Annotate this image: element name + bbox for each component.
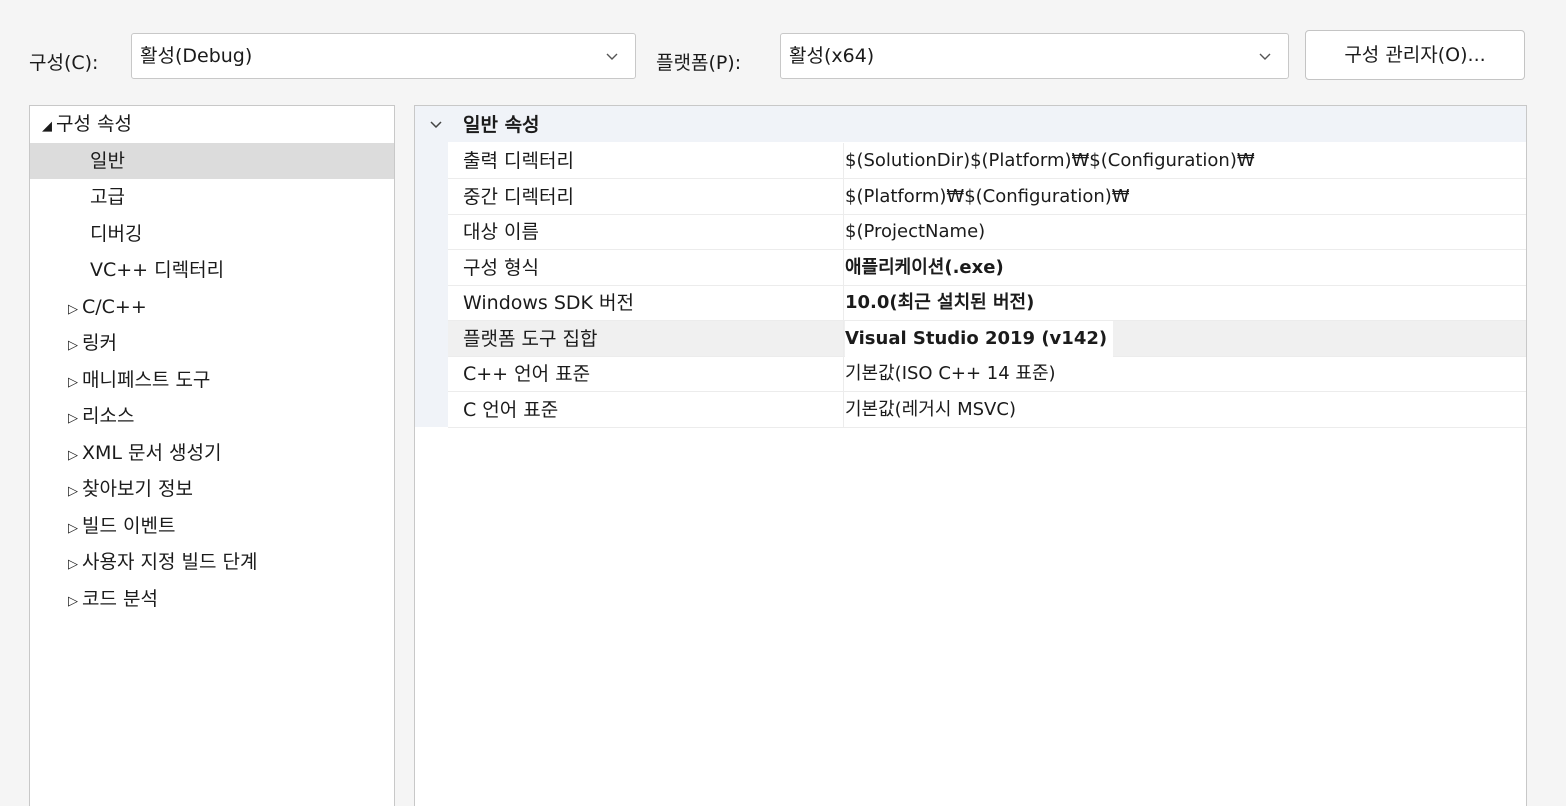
configuration-label: 구성(C): [29,52,99,74]
property-name: 출력 디렉터리 [463,150,574,172]
property-row-cpp-language-standard[interactable]: C++ 언어 표준 기본값(ISO C++ 14 표준) [448,356,1526,392]
tree-item-label: 구성 속성 [56,113,132,135]
column-divider [843,391,844,427]
tree-item-c-cpp[interactable]: ▷ C/C++ [30,289,394,326]
tree-item-label: VC++ 디렉터리 [90,259,225,281]
collapsed-triangle-icon[interactable]: ▷ [64,547,82,583]
property-row-output-directory[interactable]: 출력 디렉터리 $(SolutionDir)$(Platform)₩$(Conf… [448,143,1526,179]
tree-item-label: 디버깅 [90,222,143,245]
tree-item-debugging[interactable]: 디버깅 [30,216,394,253]
property-value[interactable]: $(Platform)₩$(Configuration)₩ [845,179,1130,215]
column-divider [843,143,844,178]
tree-item-vc-directories[interactable]: VC++ 디렉터리 [30,252,394,289]
platform-value: 활성(x64) [789,45,875,67]
tree-item-label: 찾아보기 정보 [82,478,193,500]
tree-item-label: 사용자 지정 빌드 단계 [82,551,258,573]
tree-item-general[interactable]: 일반 [30,142,394,179]
tree-item-label: 일반 [90,149,125,172]
tree-item-linker[interactable]: ▷ 링커 [30,325,394,362]
column-divider [843,178,844,214]
property-row-configuration-type[interactable]: 구성 형식 애플리케이션(.exe) [448,249,1526,286]
configuration-dropdown[interactable]: 활성(Debug) [131,33,636,79]
chevron-down-icon [606,53,618,60]
column-divider [843,285,844,320]
collapsed-triangle-icon[interactable]: ▷ [64,365,82,401]
collapsed-triangle-icon[interactable]: ▷ [64,438,82,474]
property-value[interactable]: 기본값(레거시 MSVC) [845,392,1016,428]
column-divider [843,249,844,285]
property-name: Windows SDK 버전 [463,292,635,314]
tree-item-label: 빌드 이벤트 [82,514,176,537]
property-value[interactable]: Visual Studio 2019 (v142) [845,320,1114,357]
chevron-down-icon [1259,53,1271,60]
gutter-strip [415,142,448,427]
property-row-intermediate-directory[interactable]: 중간 디렉터리 $(Platform)₩$(Configuration)₩ [448,178,1526,215]
property-row-windows-sdk-version[interactable]: Windows SDK 버전 10.0(최근 설치된 버전) [448,285,1526,321]
collapsed-triangle-icon[interactable]: ▷ [64,401,82,437]
property-row-c-language-standard[interactable]: C 언어 표준 기본값(레거시 MSVC) [448,391,1526,428]
property-value[interactable]: 애플리케이션(.exe) [845,250,1004,286]
tree-item-advanced[interactable]: 고급 [30,179,394,216]
property-category-tree: ◢ 구성 속성 일반 고급 디버깅 VC++ 디렉터리 ▷ C/C++ ▷ 링커 ▷ 매… [29,105,395,806]
property-name: C 언어 표준 [463,398,559,421]
collapsed-triangle-icon[interactable]: ▷ [64,584,82,620]
tree-item-label: C/C++ [82,295,147,318]
property-name: 플랫폼 도구 집합 [463,327,598,350]
section-header-general-properties[interactable]: 일반 속성 [415,106,1526,142]
property-value[interactable]: 기본값(ISO C++ 14 표준) [845,356,1056,392]
property-name: 중간 디렉터리 [463,185,574,208]
tree-item-xml-document-generator[interactable]: ▷ XML 문서 생성기 [30,435,394,472]
configuration-value: 활성(Debug) [140,45,253,67]
property-value[interactable]: $(ProjectName) [845,214,985,250]
chevron-down-icon[interactable] [427,116,445,134]
tree-item-custom-build-step[interactable]: ▷ 사용자 지정 빌드 단계 [30,544,394,581]
collapsed-triangle-icon[interactable]: ▷ [64,328,82,364]
column-divider [843,356,844,391]
column-divider [843,214,844,249]
tree-item-label: 매니페스트 도구 [82,368,211,391]
configuration-toolbar: 구성(C): 활성(Debug) 플랫폼(P): 활성(x64) 구성 관리자(… [0,0,1566,100]
platform-dropdown[interactable]: 활성(x64) [780,33,1289,79]
property-value[interactable]: $(SolutionDir)$(Platform)₩$(Configuratio… [845,143,1255,179]
property-name: C++ 언어 표준 [463,363,591,385]
column-divider [843,320,844,356]
collapsed-triangle-icon[interactable]: ▷ [64,474,82,510]
collapsed-triangle-icon[interactable]: ▷ [64,511,82,547]
tree-item-label: 코드 분석 [82,587,158,610]
tree-item-code-analysis[interactable]: ▷ 코드 분석 [30,581,394,618]
configuration-manager-button[interactable]: 구성 관리자(O)... [1305,30,1525,80]
property-row-platform-toolset[interactable]: 플랫폼 도구 집합 Visual Studio 2019 (v142) [448,320,1526,357]
platform-label: 플랫폼(P): [656,52,742,74]
tree-item-resources[interactable]: ▷ 리소스 [30,398,394,435]
tree-item-browse-information[interactable]: ▷ 찾아보기 정보 [30,471,394,508]
tree-item-label: 리소스 [82,405,135,427]
tree-item-label: XML 문서 생성기 [82,441,222,464]
tree-item-configuration-properties[interactable]: ◢ 구성 속성 [30,106,394,143]
tree-item-build-events[interactable]: ▷ 빌드 이벤트 [30,508,394,545]
property-row-target-name[interactable]: 대상 이름 $(ProjectName) [448,214,1526,250]
property-value[interactable]: 10.0(최근 설치된 버전) [845,285,1034,321]
tree-item-label: 고급 [90,186,125,208]
property-name: 대상 이름 [463,221,539,243]
expanded-triangle-icon[interactable]: ◢ [38,109,56,145]
tree-item-manifest-tool[interactable]: ▷ 매니페스트 도구 [30,362,394,399]
property-name: 구성 형식 [463,256,539,279]
collapsed-triangle-icon[interactable]: ▷ [64,292,82,328]
section-title: 일반 속성 [463,114,540,136]
tree-item-label: 링커 [82,332,117,354]
property-grid: 일반 속성 출력 디렉터리 $(SolutionDir)$(Platform)₩… [414,105,1527,806]
